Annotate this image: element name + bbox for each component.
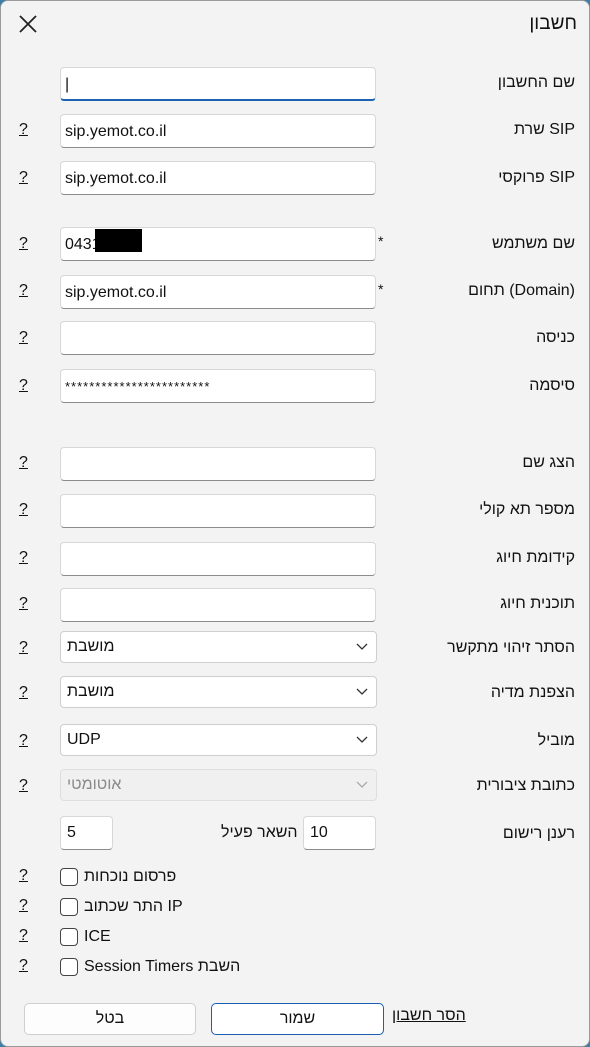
label-username: שם משתמש (491, 235, 575, 252)
help-presence[interactable]: ? (19, 867, 28, 885)
dial-prefix-input[interactable] (60, 542, 376, 576)
chevron-down-icon (356, 736, 368, 743)
dialog-title: חשבון (529, 13, 577, 34)
help-sip-proxy[interactable]: ? (19, 169, 28, 187)
cancel-button[interactable]: בטל (24, 1003, 196, 1035)
hide-caller-id-select[interactable]: מושבת (60, 631, 377, 663)
label-voicemail: מספר תא קולי (479, 501, 575, 518)
required-mark-username: * (378, 233, 384, 249)
session-timers-checkbox[interactable] (60, 958, 78, 976)
help-sip-server[interactable]: ? (19, 121, 28, 139)
transport-value: UDP (67, 731, 101, 748)
chevron-down-icon (356, 688, 368, 695)
ice-label: ICE (84, 928, 111, 945)
domain-input[interactable]: sip.yemot.co.il (60, 275, 376, 309)
label-dial-prefix: קידומת חיוג (496, 549, 575, 566)
required-mark-domain: * (378, 281, 384, 297)
keep-alive-input[interactable]: 10 (303, 816, 376, 850)
label-register-refresh: רענן רישום (502, 825, 575, 842)
close-icon[interactable] (15, 11, 41, 37)
label-keep-alive: השאר פעיל (221, 824, 298, 841)
ice-option[interactable]: ICE (60, 926, 111, 948)
chevron-down-icon (356, 781, 368, 788)
label-hide-caller-id: הסתר זיהוי מתקשר (447, 639, 575, 656)
password-input[interactable]: ************************ (60, 369, 376, 403)
help-dial-plan[interactable]: ? (19, 595, 28, 613)
save-button[interactable]: שמור (211, 1003, 384, 1035)
presence-option[interactable]: פרסום נוכחות (60, 866, 176, 888)
login-input[interactable] (60, 321, 376, 355)
hide-caller-id-value: מושבת (67, 638, 115, 655)
ip-rewrite-label: IP התר שכתוב (84, 898, 183, 915)
title-bar: חשבון (1, 1, 589, 49)
help-dial-prefix[interactable]: ? (19, 549, 28, 567)
voicemail-input[interactable] (60, 494, 376, 528)
label-public-address: כתובת ציבורית (476, 777, 575, 794)
help-ice[interactable]: ? (19, 927, 28, 945)
label-transport: מוביל (537, 732, 575, 749)
help-media-encryption[interactable]: ? (19, 684, 28, 702)
session-timers-label: השבת Session Timers (84, 958, 241, 975)
account-name-input[interactable]: | (60, 67, 376, 101)
label-media-encryption: הצפנת מדיה (490, 684, 575, 701)
help-password[interactable]: ? (19, 377, 28, 395)
ip-rewrite-option[interactable]: IP התר שכתוב (60, 896, 183, 918)
dial-plan-input[interactable] (60, 588, 376, 622)
help-ip-rewrite[interactable]: ? (19, 897, 28, 915)
media-encryption-value: מושבת (67, 683, 115, 700)
register-refresh-input[interactable]: 5 (60, 816, 113, 850)
account-dialog: חשבון שם החשבון | ? SIP שרת sip.yemot.co… (0, 0, 590, 1047)
help-login[interactable]: ? (19, 329, 28, 347)
help-domain[interactable]: ? (19, 282, 28, 300)
sip-server-input[interactable]: sip.yemot.co.il (60, 114, 376, 148)
label-account-name: שם החשבון (497, 74, 575, 91)
label-dial-plan: תוכנית חיוג (500, 595, 575, 612)
presence-label: פרסום נוכחות (84, 868, 177, 885)
redaction-block (95, 229, 142, 252)
help-hide-caller-id[interactable]: ? (19, 639, 28, 657)
help-display-name[interactable]: ? (19, 454, 28, 472)
help-transport[interactable]: ? (19, 732, 28, 750)
media-encryption-select[interactable]: מושבת (60, 676, 377, 708)
presence-checkbox[interactable] (60, 868, 78, 886)
label-sip-proxy: SIP פרוקסי (498, 169, 575, 186)
public-address-select: אוטומטי (60, 769, 377, 801)
chevron-down-icon (356, 643, 368, 650)
public-address-value: אוטומטי (67, 776, 122, 793)
session-timers-option[interactable]: השבת Session Timers (60, 956, 240, 978)
transport-select[interactable]: UDP (60, 724, 377, 756)
label-password: סיסמה (529, 377, 575, 394)
label-sip-server: SIP שרת (513, 121, 575, 138)
help-voicemail[interactable]: ? (19, 501, 28, 519)
remove-account-link[interactable]: הסר חשבון (392, 1007, 466, 1025)
help-session-timers[interactable]: ? (19, 957, 28, 975)
label-login: כניסה (536, 329, 575, 346)
ip-rewrite-checkbox[interactable] (60, 898, 78, 916)
ice-checkbox[interactable] (60, 928, 78, 946)
sip-proxy-input[interactable]: sip.yemot.co.il (60, 161, 376, 195)
label-domain: (Domain) תחום (468, 282, 575, 299)
help-public-address[interactable]: ? (19, 777, 28, 795)
help-username[interactable]: ? (19, 235, 28, 253)
label-display-name: הצג שם (522, 454, 575, 471)
display-name-input[interactable] (60, 447, 376, 481)
